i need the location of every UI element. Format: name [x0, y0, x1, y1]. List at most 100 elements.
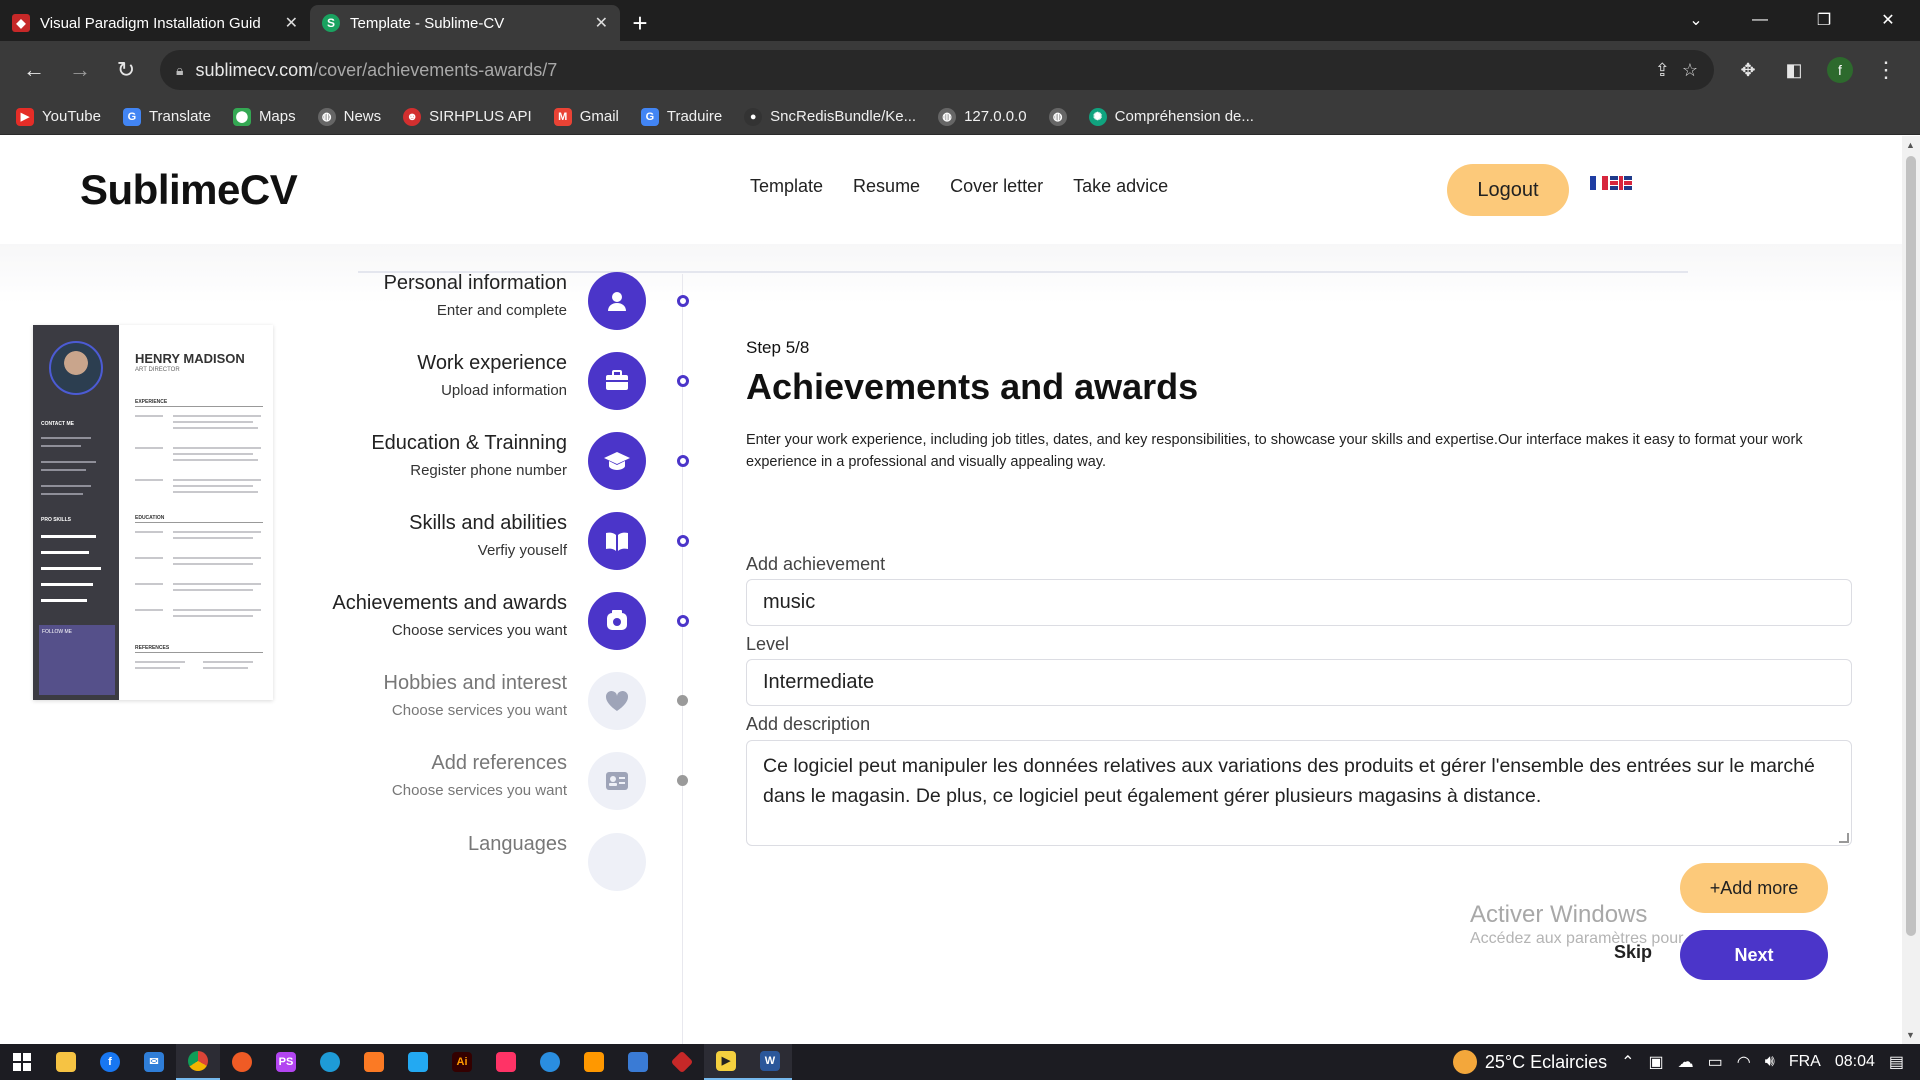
url-input[interactable]: 🔒︎ sublimecv.com/cover/achievements-awar…: [160, 50, 1714, 90]
tab-search-icon[interactable]: ⌄: [1664, 10, 1728, 30]
bookmark-news[interactable]: ◍ News: [317, 107, 381, 126]
phpstorm-icon[interactable]: PS: [264, 1044, 308, 1080]
achievement-input[interactable]: music: [746, 579, 1852, 626]
level-input[interactable]: Intermediate: [746, 659, 1852, 706]
step-personal-information[interactable]: Personal information Enter and complete: [300, 272, 690, 352]
wifi-icon[interactable]: ◠: [1737, 1052, 1751, 1072]
nav-cover-letter[interactable]: Cover letter: [950, 176, 1043, 197]
scrollbar-thumb[interactable]: [1906, 156, 1916, 936]
book-icon: [588, 512, 646, 570]
battery-icon[interactable]: ▭: [1708, 1052, 1723, 1072]
reload-icon[interactable]: ↻: [106, 50, 146, 90]
forward-icon[interactable]: →: [60, 50, 100, 90]
bookmark-label: Compréhension de...: [1114, 108, 1254, 125]
indesign-icon[interactable]: [484, 1044, 528, 1080]
translate-icon: G: [122, 107, 141, 126]
step-indicator: Step 5/8: [746, 338, 810, 357]
site-logo[interactable]: SublimeCV: [80, 166, 298, 214]
globe-icon: ◍: [1048, 107, 1067, 126]
logout-button[interactable]: Logout: [1447, 164, 1569, 216]
nav-resume[interactable]: Resume: [853, 176, 920, 197]
volume-icon[interactable]: 🔊︎: [1765, 1053, 1775, 1071]
app-icon[interactable]: [528, 1044, 572, 1080]
step-dot: [677, 375, 689, 387]
cloud-icon[interactable]: ☁: [1678, 1052, 1694, 1072]
mail-icon[interactable]: ✉: [132, 1044, 176, 1080]
illustrator-icon[interactable]: Ai: [440, 1044, 484, 1080]
side-panel-icon[interactable]: ◧: [1774, 50, 1814, 90]
word-icon[interactable]: W: [748, 1044, 792, 1080]
windows-start-icon[interactable]: [0, 1044, 44, 1080]
menu-icon[interactable]: ⋮: [1866, 50, 1906, 90]
close-tab-icon[interactable]: ✕: [285, 13, 298, 33]
bookmark-unnamed[interactable]: ◍: [1048, 107, 1067, 126]
bookmark-sirhplus[interactable]: ☻ SIRHPLUS API: [403, 107, 532, 126]
skip-button[interactable]: Skip: [1614, 942, 1652, 963]
language-switcher[interactable]: [1590, 176, 1632, 190]
bookmark-youtube[interactable]: ▶ YouTube: [16, 107, 101, 126]
browser-tab-active[interactable]: S Template - Sublime-CV ✕: [310, 5, 620, 41]
uk-flag-icon[interactable]: [1610, 176, 1632, 190]
page-scrollbar[interactable]: ▲ ▼: [1902, 136, 1920, 1044]
nav-take-advice[interactable]: Take advice: [1073, 176, 1168, 197]
bookmark-traduire[interactable]: G Traduire: [640, 107, 722, 126]
bookmark-localhost[interactable]: ◍ 127.0.0.0: [938, 107, 1027, 126]
nav-template[interactable]: Template: [750, 176, 823, 197]
briefcase-icon: [588, 352, 646, 410]
profile-button[interactable]: f: [1820, 50, 1860, 90]
file-explorer-icon[interactable]: [44, 1044, 88, 1080]
facebook-icon[interactable]: f: [88, 1044, 132, 1080]
close-window-icon[interactable]: ✕: [1856, 10, 1920, 30]
bookmark-label: SncRedisBundle/Ke...: [770, 108, 917, 125]
chevron-up-icon[interactable]: ⌃: [1621, 1052, 1634, 1072]
bookmark-maps[interactable]: ⬤ Maps: [232, 107, 296, 126]
step-title: Achievements and awards: [332, 592, 567, 614]
next-button[interactable]: Next: [1680, 930, 1828, 980]
step-work-experience[interactable]: Work experience Upload information: [300, 352, 690, 432]
profile-avatar: f: [1827, 57, 1853, 83]
language-indicator[interactable]: FRA: [1789, 1053, 1821, 1071]
french-flag-icon[interactable]: [1590, 176, 1608, 190]
add-more-button[interactable]: +Add more: [1680, 863, 1828, 913]
edge-icon[interactable]: [308, 1044, 352, 1080]
browser-tab[interactable]: ◆ Visual Paradigm Installation Guid ✕: [0, 5, 310, 41]
cv-follow-block: FOLLOW ME: [39, 625, 115, 695]
sublime-icon[interactable]: [572, 1044, 616, 1080]
step-education[interactable]: Education & Trainning Register phone num…: [300, 432, 690, 512]
restore-icon[interactable]: ❐: [1792, 10, 1856, 30]
step-languages[interactable]: Languages: [300, 833, 690, 913]
extensions-icon[interactable]: ✥: [1728, 50, 1768, 90]
step-hobbies[interactable]: Hobbies and interest Choose services you…: [300, 672, 690, 752]
description-textarea[interactable]: Ce logiciel peut manipuler les données r…: [746, 740, 1852, 846]
bookmark-gmail[interactable]: M Gmail: [553, 107, 619, 126]
media-icon[interactable]: ▶: [704, 1044, 748, 1080]
close-tab-icon[interactable]: ✕: [595, 13, 608, 33]
vscode-icon[interactable]: [396, 1044, 440, 1080]
step-references[interactable]: Add references Choose services you want: [300, 752, 690, 832]
bookmark-chatgpt[interactable]: ✺ Compréhension de...: [1088, 107, 1254, 126]
postman-icon[interactable]: [220, 1044, 264, 1080]
device-icon[interactable]: ▣: [1649, 1052, 1664, 1072]
scroll-up-icon[interactable]: ▲: [1906, 140, 1915, 150]
step-skills[interactable]: Skills and abilities Verfiy youself: [300, 512, 690, 592]
scroll-down-icon[interactable]: ▼: [1906, 1030, 1915, 1040]
xampp-icon[interactable]: [352, 1044, 396, 1080]
new-tab-button[interactable]: +: [620, 5, 660, 41]
lock-icon[interactable]: 🔒︎: [176, 62, 183, 79]
step-achievements[interactable]: Achievements and awards Choose services …: [300, 592, 690, 672]
bookmark-translate[interactable]: G Translate: [122, 107, 211, 126]
gmail-icon: M: [553, 107, 572, 126]
bookmark-sncredis[interactable]: ● SncRedisBundle/Ke...: [744, 107, 917, 126]
back-icon[interactable]: ←: [14, 50, 54, 90]
resize-handle-icon[interactable]: [1839, 833, 1849, 843]
minimize-icon[interactable]: —: [1728, 11, 1792, 29]
weather-widget[interactable]: 25°C Eclaircies: [1452, 1050, 1607, 1074]
notifications-icon[interactable]: ▤: [1889, 1052, 1904, 1072]
cv-template-preview[interactable]: CONTACT ME PRO SKILLS FOLLOW ME HENRY MA…: [33, 325, 273, 700]
chrome-icon[interactable]: [176, 1044, 220, 1080]
bookmark-star-icon[interactable]: ☆: [1682, 60, 1698, 81]
clock[interactable]: 08:04: [1835, 1053, 1875, 1071]
terminal-icon[interactable]: [616, 1044, 660, 1080]
visual-paradigm-icon[interactable]: [660, 1044, 704, 1080]
share-icon[interactable]: ⇪: [1655, 60, 1670, 81]
